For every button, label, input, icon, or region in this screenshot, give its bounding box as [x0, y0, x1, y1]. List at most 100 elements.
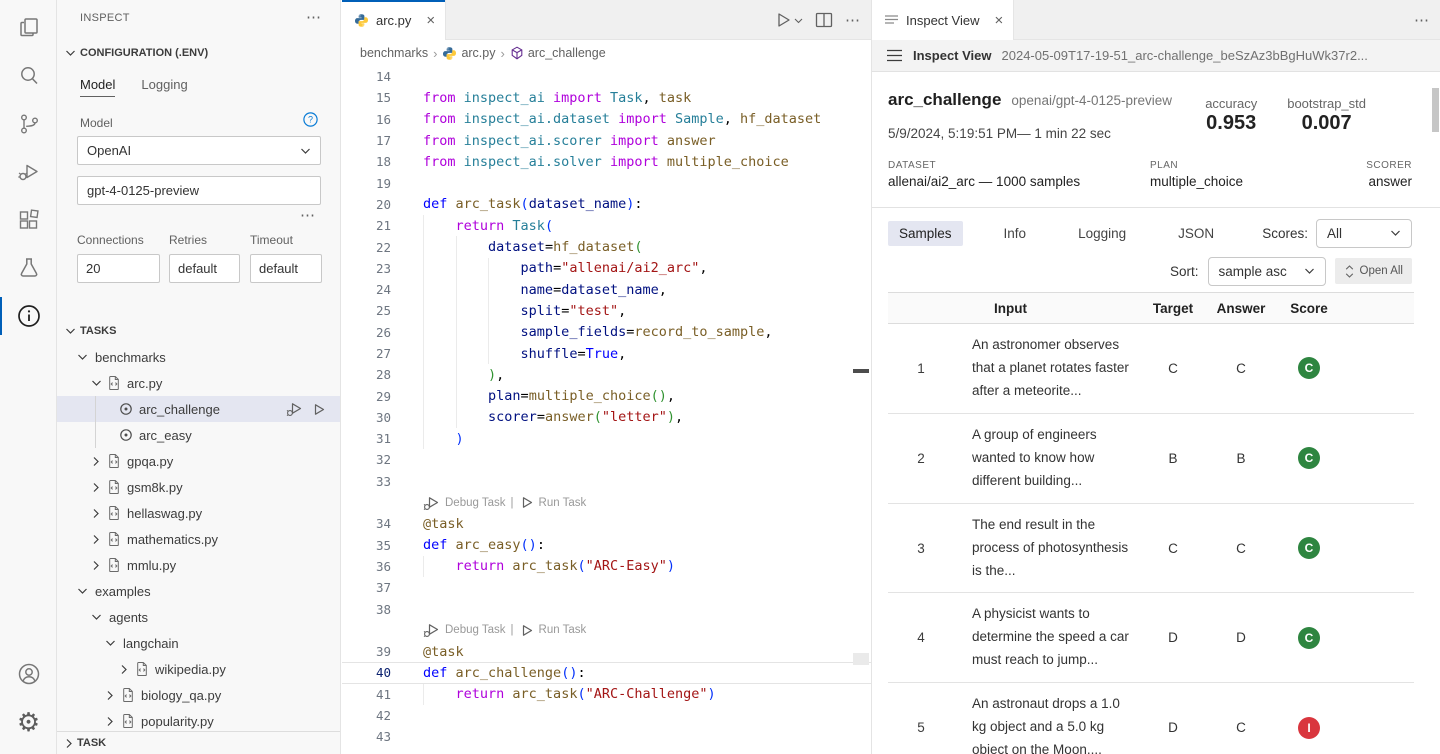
activity-bar-files-icon[interactable]	[0, 4, 57, 52]
code-line-24[interactable]: 24 name = dataset_name,	[342, 278, 871, 301]
activity-bar-settings-gear-icon[interactable]: ⚙	[0, 698, 57, 746]
split-editor-icon[interactable]	[815, 12, 833, 28]
panel-more-icon[interactable]: ⋯	[1414, 11, 1430, 29]
code-line-40[interactable]: 40 def arc_challenge():	[342, 662, 871, 684]
tab-logging[interactable]: Logging	[141, 77, 187, 97]
activity-bar-extensions-icon[interactable]	[0, 196, 57, 244]
tree-item-mmlu-py[interactable]: mmlu.py	[57, 552, 340, 578]
code-line-21[interactable]: 21 return Task(	[342, 215, 871, 237]
tab-arc-py[interactable]: arc.py ×	[342, 0, 447, 40]
sample-row-4[interactable]: 4 A physicist wants to determine the spee…	[888, 593, 1414, 684]
tree-item-gsm8k-py[interactable]: gsm8k.py	[57, 474, 340, 500]
activity-bar-source-control-icon[interactable]	[0, 100, 57, 148]
tab-samples[interactable]: Samples	[888, 220, 963, 246]
scores-select[interactable]: All	[1316, 218, 1412, 248]
code-line-33[interactable]: 33	[342, 471, 871, 492]
sort-select[interactable]: sample asc	[1207, 256, 1326, 286]
code-line-26[interactable]: 26 sample_fields = record_to_sample,	[342, 321, 871, 343]
scrollbar-thumb[interactable]	[1432, 88, 1439, 132]
sample-row-1[interactable]: 1 An astronomer observes that a planet ro…	[888, 324, 1414, 414]
breadcrumb-arc-py[interactable]: arc.py	[442, 46, 495, 61]
code-line-25[interactable]: 25 split = "test",	[342, 300, 871, 322]
code-line-31[interactable]: 31 )	[342, 428, 871, 450]
breadcrumb-benchmarks[interactable]: benchmarks	[360, 46, 428, 60]
code-line-30[interactable]: 30 scorer = answer("letter"),	[342, 406, 871, 429]
tree-item-wikipedia-py[interactable]: wikipedia.py	[57, 656, 340, 682]
code-line-23[interactable]: 23 path = "allenai/ai2_arc",	[342, 257, 871, 279]
debug-task-icon[interactable]	[423, 495, 440, 511]
run-task-icon[interactable]	[519, 495, 534, 510]
code-line-28[interactable]: 28 ),	[342, 364, 871, 386]
code-line-42[interactable]: 42	[342, 705, 871, 726]
overview-ruler[interactable]	[853, 66, 869, 754]
run-task-icon[interactable]	[311, 402, 326, 417]
provider-select[interactable]: OpenAI	[77, 136, 321, 165]
code-line-32[interactable]: 32	[342, 449, 871, 470]
code-line-27[interactable]: 27 shuffle = True,	[342, 342, 871, 365]
model-name-input[interactable]	[87, 183, 311, 198]
code-line-34[interactable]: 34 @task	[342, 513, 871, 534]
tree-item-biology-qa-py[interactable]: biology_qa.py	[57, 682, 340, 708]
code-lens-run-label[interactable]: Run Task	[539, 497, 587, 509]
debug-task-icon[interactable]	[423, 622, 440, 638]
code-line-39[interactable]: 39 @task	[342, 641, 871, 662]
close-icon[interactable]: ×	[994, 13, 1003, 28]
run-button[interactable]	[774, 11, 803, 29]
code-line-20[interactable]: 20 def arc_task(dataset_name):	[342, 194, 871, 215]
code-lens-debug-label[interactable]: Debug Task	[445, 497, 506, 509]
tree-item-gpqa-py[interactable]: gpqa.py	[57, 448, 340, 474]
task-section-header[interactable]: TASK	[57, 731, 340, 754]
tree-item-hellaswag-py[interactable]: hellaswag.py	[57, 500, 340, 526]
code-line-38[interactable]: 38	[342, 598, 871, 619]
activity-bar-search-icon[interactable]	[0, 52, 57, 100]
configuration-section-header[interactable]: CONFIGURATION (.ENV)	[65, 47, 208, 59]
tree-item-arc-challenge[interactable]: arc_challenge	[57, 396, 340, 422]
tree-item-agents[interactable]: agents	[57, 604, 340, 630]
tab-inspect-view[interactable]: Inspect View ×	[872, 0, 1015, 40]
menu-icon[interactable]	[886, 49, 903, 62]
code-line-19[interactable]: 19	[342, 172, 871, 193]
debug-task-icon[interactable]	[286, 401, 303, 417]
tree-item-examples[interactable]: examples	[57, 578, 340, 604]
tree-item-benchmarks[interactable]: benchmarks	[57, 344, 340, 370]
code-line-41[interactable]: 41 return arc_task("ARC-Challenge")	[342, 683, 871, 705]
activity-bar-testing-icon[interactable]	[0, 244, 57, 292]
run-task-icon[interactable]	[519, 623, 534, 638]
tab-model[interactable]: Model	[80, 77, 116, 97]
tab-logging[interactable]: Logging	[1067, 221, 1137, 246]
code-line-37[interactable]: 37	[342, 577, 871, 598]
log-file-name[interactable]: 2024-05-09T17-19-51_arc-challenge_beSzAz…	[1002, 48, 1426, 63]
code-line-35[interactable]: 35 def arc_easy():	[342, 535, 871, 556]
code-line-18[interactable]: 18 from inspect_ai.solver import multiple…	[342, 151, 871, 172]
help-icon[interactable]: ?	[303, 112, 318, 127]
code-line-36[interactable]: 36 return arc_task("ARC-Easy")	[342, 555, 871, 578]
sample-row-2[interactable]: 2 A group of engineers wanted to know how…	[888, 414, 1414, 504]
tree-item-langchain[interactable]: langchain	[57, 630, 340, 656]
code-line-43[interactable]: 43	[342, 726, 871, 747]
tasks-section-header[interactable]: TASKS	[65, 325, 116, 337]
timeout-input[interactable]	[259, 261, 313, 276]
sidebar-more-icon[interactable]: ⋯	[306, 8, 322, 26]
sample-row-3[interactable]: 3 The end result in the process of photos…	[888, 504, 1414, 594]
editor-more-icon[interactable]: ⋯	[845, 11, 861, 29]
activity-bar-account-icon[interactable]	[0, 650, 57, 698]
connections-input[interactable]	[86, 261, 151, 276]
open-all-button[interactable]: Open All	[1334, 258, 1412, 284]
code-line-29[interactable]: 29 plan = multiple_choice(),	[342, 385, 871, 407]
close-icon[interactable]: ×	[426, 13, 435, 28]
code-lens[interactable]: Debug Task | Run Task	[342, 492, 871, 513]
tree-item-arc-py[interactable]: arc.py	[57, 370, 340, 396]
tree-item-mathematics-py[interactable]: mathematics.py	[57, 526, 340, 552]
tab-json[interactable]: JSON	[1167, 221, 1225, 246]
code-line-22[interactable]: 22 dataset = hf_dataset(	[342, 236, 871, 258]
tree-item-arc-easy[interactable]: arc_easy	[57, 422, 340, 448]
code-lens-debug-label[interactable]: Debug Task	[445, 624, 506, 636]
activity-bar-info-icon[interactable]	[0, 292, 57, 340]
code-line-15[interactable]: 15 from inspect_ai import Task, task	[342, 87, 871, 108]
code-lens-run-label[interactable]: Run Task	[539, 624, 587, 636]
code-line-16[interactable]: 16 from inspect_ai.dataset import Sample,…	[342, 109, 871, 130]
sample-row-5[interactable]: 5 An astronaut drops a 1.0 kg object and …	[888, 683, 1414, 754]
code-lens[interactable]: Debug Task | Run Task	[342, 620, 871, 641]
tab-info[interactable]: Info	[993, 221, 1038, 246]
breadcrumb-arc-challenge[interactable]: arc_challenge	[510, 46, 606, 60]
